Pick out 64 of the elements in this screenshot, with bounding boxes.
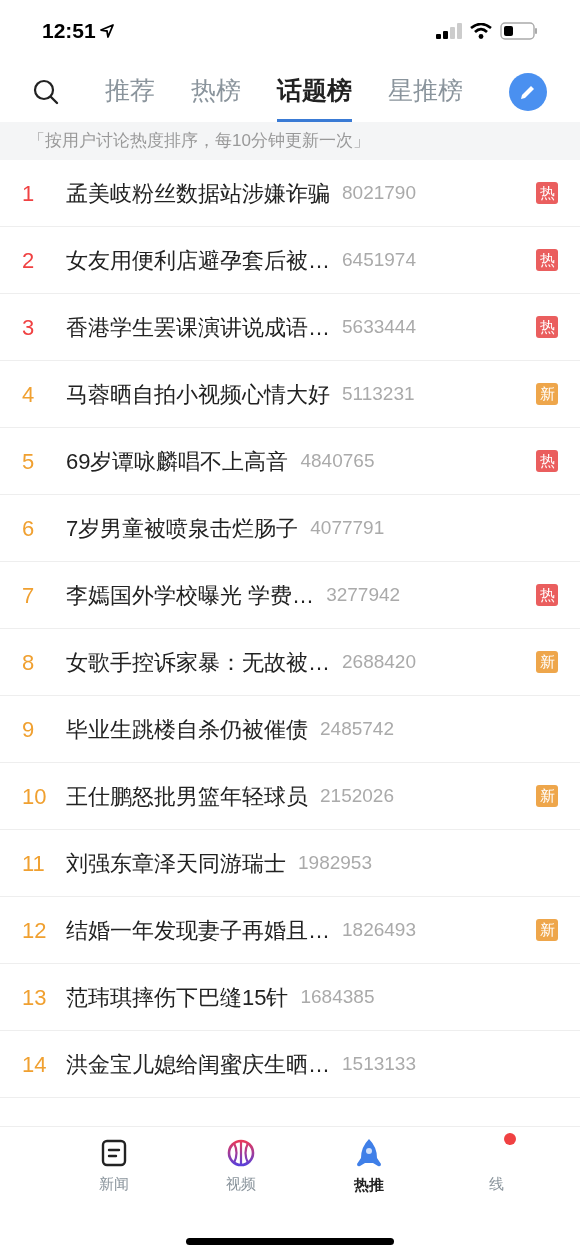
notice-text: 「按用户讨论热度排序，每10分钟更新一次」 [0, 122, 580, 160]
discussion-count: 2485742 [320, 716, 394, 741]
rank-number: 13 [22, 983, 48, 1012]
discussion-count: 1826493 [342, 917, 416, 942]
discussion-count: 4840765 [300, 448, 375, 473]
wifi-icon [470, 23, 492, 39]
rank-number: 12 [22, 916, 48, 945]
discussion-count: 1684385 [300, 984, 375, 1009]
tag-badge: 热 [536, 249, 558, 271]
basketball-icon [227, 1138, 256, 1167]
discussion-count: 5633444 [342, 314, 416, 339]
topic-title[interactable]: 王仕鹏怒批男篮年轻球员 [66, 779, 308, 813]
topic-title[interactable]: 结婚一年发现妻子再婚且… [66, 913, 330, 947]
topic-title[interactable]: 范玮琪摔伤下巴缝15针 [66, 980, 289, 1014]
discussion-count: 3277942 [326, 582, 401, 607]
topic-title[interactable]: 女友用便利店避孕套后被… [66, 243, 330, 277]
rank-number: 14 [22, 1050, 48, 1079]
rank-number: 8 [22, 648, 36, 677]
signal-icon [436, 23, 462, 39]
discussion-count: 2152026 [320, 783, 394, 808]
topic-title[interactable]: 孟美岐粉丝数据站涉嫌诈骗 [66, 176, 330, 210]
discussion-count: 8021790 [342, 180, 416, 205]
tag-badge: 新 [536, 919, 558, 941]
topic-title[interactable]: 香港学生罢课演讲说成语… [66, 310, 330, 344]
tag-badge: 新 [536, 651, 558, 673]
topic-title[interactable]: 刘强东章泽天同游瑞士 [66, 846, 286, 880]
document-icon [99, 1138, 128, 1167]
topic-title[interactable]: 女歌手控诉家暴：无故被… [66, 645, 330, 679]
rank-number: 10 [22, 782, 48, 811]
search-icon[interactable] [33, 79, 59, 105]
rank-number: 9 [22, 715, 36, 744]
rank-number: 2 [22, 246, 36, 275]
clock-time: 12:51 [42, 18, 96, 45]
topic-title[interactable]: 李嫣国外学校曝光 学费… [66, 578, 315, 612]
nav-tab[interactable]: 热推 [353, 1173, 384, 1197]
tag-badge: 热 [536, 182, 558, 204]
discussion-count: 4077791 [310, 515, 385, 540]
rocket-icon [354, 1137, 383, 1168]
location-arrow-icon [99, 24, 114, 38]
discussion-count: 2688420 [342, 649, 416, 674]
tag-badge: 新 [536, 383, 558, 405]
topic-title[interactable]: 马蓉晒自拍小视频心情大好 [66, 377, 330, 411]
edit-button[interactable] [509, 73, 547, 111]
tag-badge: 热 [536, 450, 558, 472]
rank-number: 4 [22, 380, 36, 409]
tag-badge: 新 [536, 785, 558, 807]
rank-number: 7 [22, 581, 36, 610]
topic-title[interactable]: 毕业生跳楼自杀仍被催债 [66, 712, 308, 746]
rank-number: 5 [22, 447, 36, 476]
topic-title[interactable]: 69岁谭咏麟唱不上高音 [66, 444, 289, 478]
rank-number: 6 [22, 514, 36, 543]
tag-badge: 热 [536, 584, 558, 606]
rank-number: 1 [22, 179, 36, 208]
topic-title[interactable]: 洪金宝儿媳给闺蜜庆生晒… [66, 1047, 330, 1081]
topic-title[interactable]: 7岁男童被喷泉击烂肠子 [66, 511, 299, 545]
discussion-count: 5113231 [342, 381, 415, 406]
rank-number: 11 [22, 849, 46, 878]
battery-icon [500, 22, 538, 40]
tag-badge: 热 [536, 316, 558, 338]
discussion-count: 1982953 [298, 850, 372, 875]
pencil-icon [519, 83, 537, 101]
rank-number: 3 [22, 313, 36, 342]
discussion-count: 6451974 [342, 247, 416, 272]
discussion-count: 1513133 [342, 1051, 416, 1076]
